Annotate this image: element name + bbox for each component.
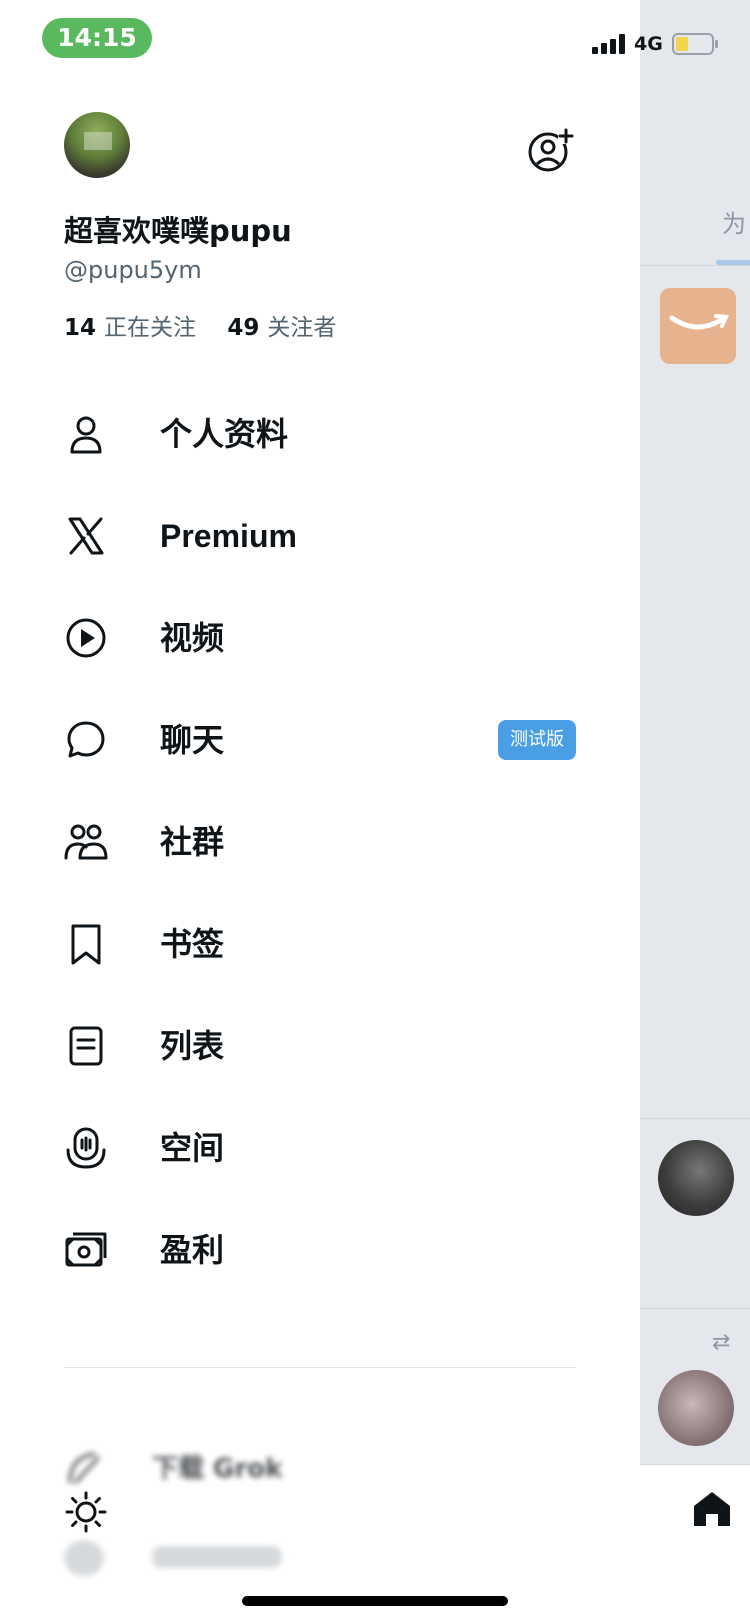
feed-header-divider (640, 265, 750, 266)
user-handle: @pupu5ym (64, 256, 202, 284)
follow-stats: 14 正在关注 49 关注者 (64, 308, 360, 342)
menu-item-monetization[interactable]: 盈利 (0, 1208, 640, 1288)
menu-item-label: 书签 (160, 925, 225, 963)
list-icon (69, 1026, 103, 1066)
menu-divider (64, 1367, 576, 1368)
play-circle-icon (66, 618, 106, 658)
menu-item-video[interactable]: 视频 (0, 596, 640, 676)
menu-item-premium[interactable]: Premium (0, 494, 640, 574)
bottom-tab-bar (640, 1464, 750, 1624)
feed-avatar[interactable] (658, 1370, 734, 1446)
dimmed-timeline[interactable]: 为 ⇄ (640, 0, 750, 1624)
menu-item-label: 列表 (160, 1027, 225, 1065)
bookmark-icon (71, 924, 101, 965)
menu-item-chat[interactable]: 聊天 测试版 (0, 698, 640, 778)
followers-link[interactable]: 49 关注者 (227, 315, 336, 341)
add-account-icon[interactable] (528, 128, 574, 174)
avatar[interactable] (64, 112, 130, 178)
network-type: 4G (634, 33, 663, 55)
menu-item-label: Premium (160, 518, 297, 554)
home-icon[interactable] (692, 1490, 732, 1528)
beta-badge: 测试版 (498, 720, 576, 760)
signal-bars-icon (592, 34, 625, 54)
battery-icon (672, 33, 718, 55)
download-grok-link[interactable]: 下载 Grok (152, 1448, 282, 1485)
grok-icon (68, 1452, 100, 1484)
sun-icon[interactable] (64, 1490, 108, 1534)
brand-avatar (660, 288, 736, 364)
person-icon (70, 416, 102, 454)
following-link[interactable]: 14 正在关注 (64, 315, 196, 341)
menu-item-label: 聊天 (160, 721, 225, 759)
menu-item-profile[interactable]: 个人资料 (0, 392, 640, 472)
menu-item-spaces[interactable]: 空间 (0, 1106, 640, 1186)
spaces-icon (66, 1127, 106, 1169)
feed-tab-label: 为 (722, 210, 746, 238)
retweet-icon: ⇄ (712, 1330, 731, 1355)
menu-item-bookmarks[interactable]: 书签 (0, 902, 640, 982)
menu-item-lists[interactable]: 列表 (0, 1004, 640, 1084)
menu-item-label: 空间 (160, 1129, 225, 1167)
menu-item-label: 视频 (160, 619, 225, 657)
money-icon (65, 1232, 107, 1267)
feed-avatar[interactable] (658, 1140, 734, 1216)
home-indicator (242, 1596, 508, 1606)
menu-item-label: 盈利 (160, 1231, 225, 1269)
feed-divider (640, 1308, 750, 1309)
menu-item-label: 社群 (160, 823, 225, 861)
chat-bubble-icon (67, 721, 105, 758)
display-name[interactable]: 超喜欢噗噗pupu (64, 208, 292, 250)
smile-arrow-icon (669, 314, 729, 330)
x-logo-icon (68, 517, 104, 555)
communities-icon (64, 824, 108, 860)
status-time: 14:15 (42, 18, 152, 58)
menu-item-label: 个人资料 (160, 415, 289, 453)
feed-divider (640, 1118, 750, 1119)
menu-item-communities[interactable]: 社群 (0, 800, 640, 880)
